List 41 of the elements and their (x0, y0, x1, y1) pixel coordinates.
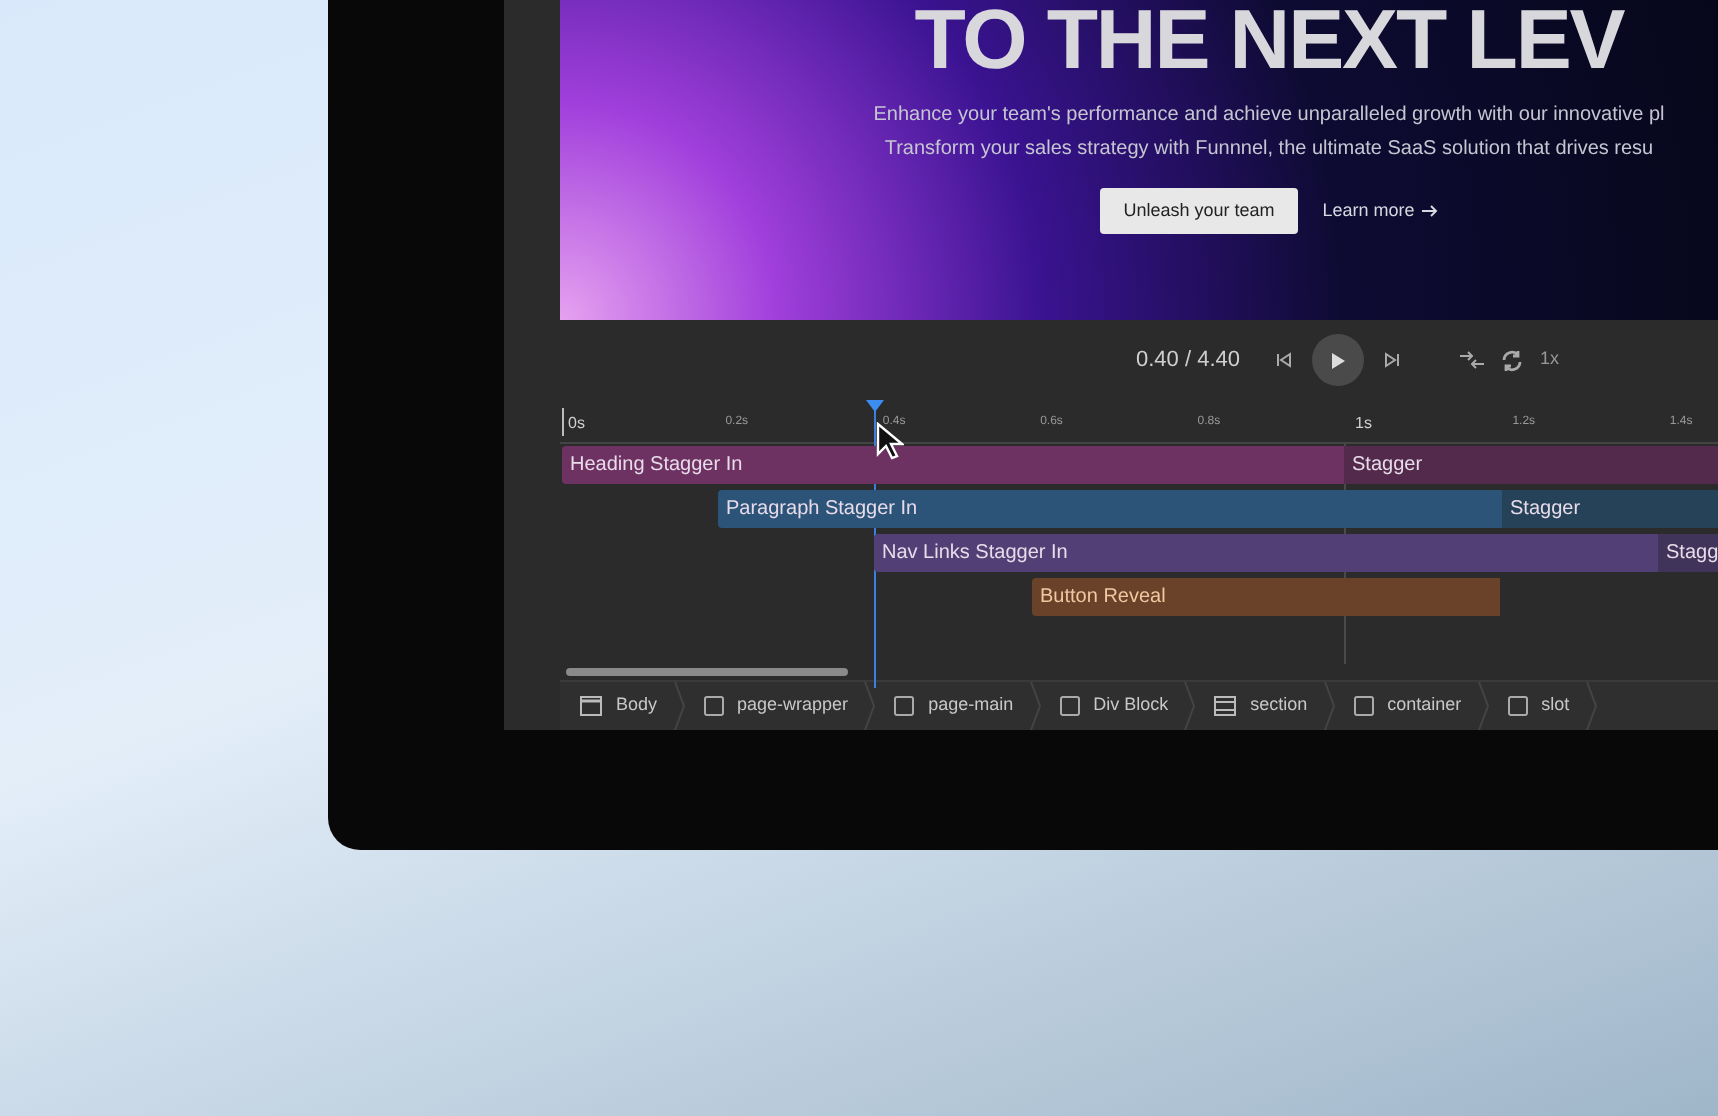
square-icon (1059, 696, 1080, 716)
animation-bar[interactable]: Paragraph Stagger In (718, 490, 1502, 528)
breadcrumb-item[interactable]: Body (580, 692, 674, 720)
animation-bar[interactable]: Button Reveal (1032, 578, 1500, 616)
animation-bar[interactable]: Stagg (1658, 534, 1718, 572)
ruler-start-tick (562, 408, 564, 436)
hero-text-line: Enhance your team's performance and achieve unparalleled growth with our innovative pl (873, 102, 1665, 130)
playhead-marker-icon[interactable] (866, 400, 884, 412)
breadcrumb-item[interactable]: section (1214, 692, 1324, 720)
horizontal-scrollbar[interactable] (566, 668, 848, 676)
breadcrumb-item[interactable]: page-wrapper (703, 692, 865, 720)
skip-back-icon[interactable] (1276, 352, 1292, 368)
ruler-label: 0s (568, 412, 585, 436)
breadcrumb-item[interactable]: page-main (894, 692, 1030, 720)
play-icon (1330, 351, 1346, 369)
mouse-cursor-icon (876, 422, 904, 462)
breadcrumb-item[interactable]: slot (1507, 692, 1586, 720)
time-display: 0.40 / 4.40 (1136, 345, 1240, 376)
collapse-arrows-icon[interactable] (1460, 350, 1484, 370)
unleash-button[interactable]: Unleash your team (1099, 188, 1299, 234)
animation-bar[interactable]: Stagger (1502, 490, 1718, 528)
speed-button[interactable]: 1x (1540, 346, 1560, 374)
square-icon (1353, 696, 1374, 716)
hero-heading: TO THE NEXT LEV (914, 0, 1624, 80)
learn-more-link[interactable]: Learn more (1322, 197, 1439, 225)
loop-icon[interactable] (1500, 349, 1524, 371)
window-icon (580, 696, 602, 716)
square-icon (1507, 696, 1528, 716)
play-button[interactable] (1312, 334, 1364, 386)
arrow-right-icon (1422, 204, 1439, 218)
animation-bar[interactable]: Stagger (1344, 446, 1718, 484)
breadcrumb-item[interactable]: Div Block (1059, 692, 1185, 720)
hero-text-line: Transform your sales strategy with Funnnel, the ultimate SaaS solution that drives resu (884, 136, 1654, 164)
skip-forward-icon[interactable] (1384, 352, 1400, 368)
square-icon (703, 696, 724, 716)
animation-bar[interactable]: Nav Links Stagger In (874, 534, 1658, 572)
square-icon (894, 696, 915, 716)
ruler-label: 1s (1355, 412, 1372, 436)
breadcrumb-item[interactable]: container (1353, 692, 1478, 720)
section-icon (1214, 696, 1237, 716)
animation-bar[interactable]: Heading Stagger In (562, 446, 1344, 484)
